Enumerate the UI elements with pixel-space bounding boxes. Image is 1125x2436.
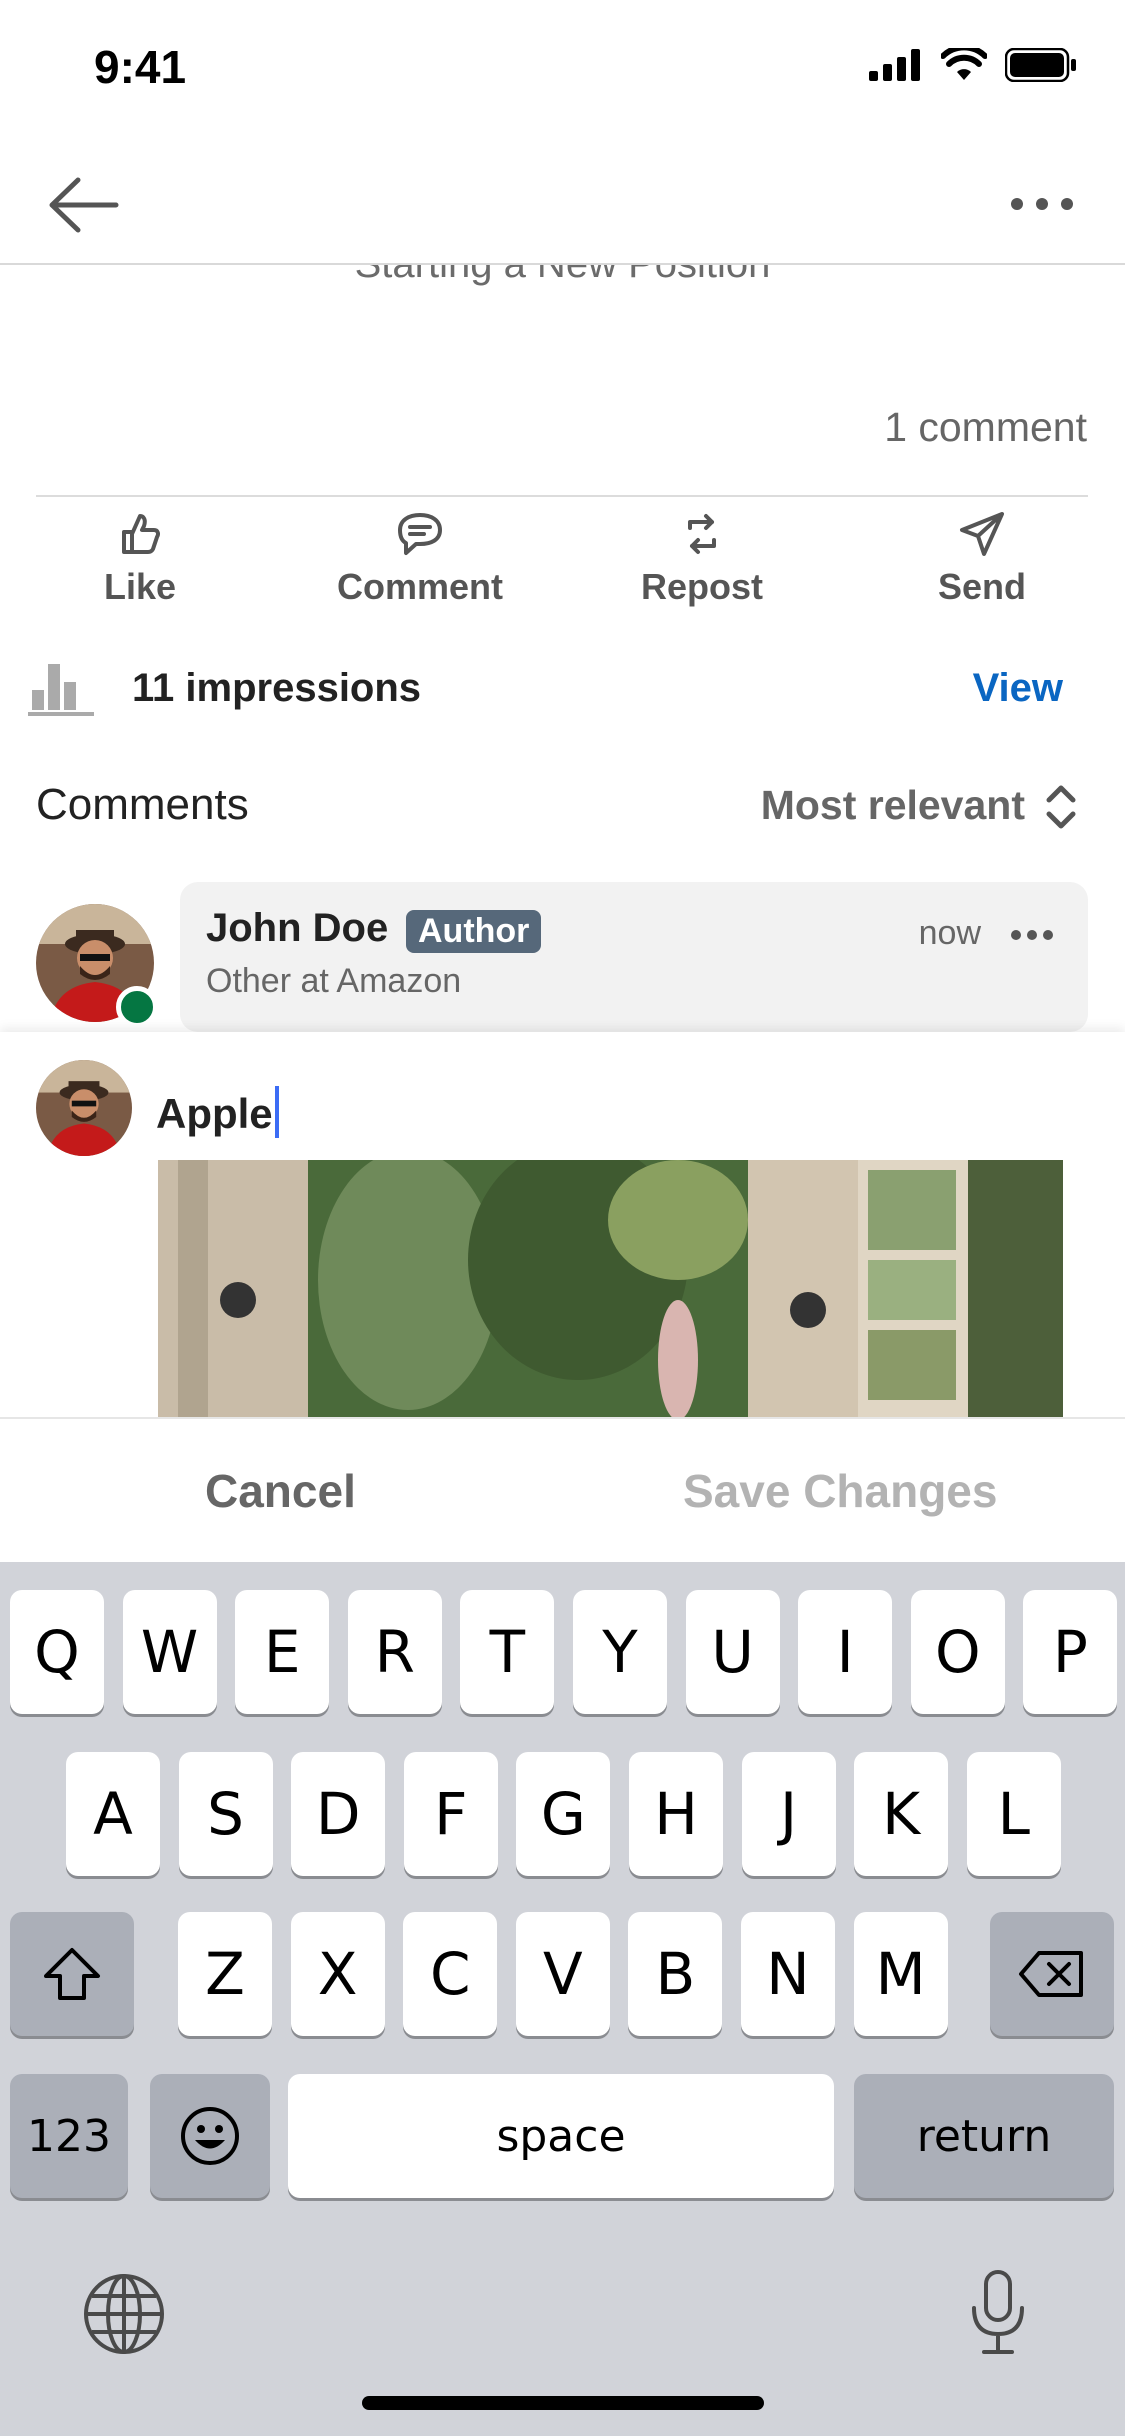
comment-button[interactable]: Comment xyxy=(320,510,520,608)
keyboard: QWERTYUIOP ASDFGHJKL ZXCVBNM 123 space r… xyxy=(0,1562,1125,2436)
key-p[interactable]: P xyxy=(1023,1590,1118,1714)
emoji-icon xyxy=(181,2107,239,2165)
key-x[interactable]: X xyxy=(290,1912,385,2036)
key-s[interactable]: S xyxy=(178,1752,273,1876)
comment-more-icon[interactable] xyxy=(1009,928,1055,947)
chevron-up-down-icon[interactable] xyxy=(1041,782,1081,837)
text-caret xyxy=(274,1086,279,1138)
delete-key[interactable] xyxy=(990,1912,1114,2036)
numbers-key[interactable]: 123 xyxy=(10,2074,128,2198)
send-label: Send xyxy=(937,566,1026,607)
repost-icon xyxy=(688,514,716,554)
comment-text: Apple xyxy=(156,1090,273,1137)
key-j[interactable]: J xyxy=(741,1752,836,1876)
key-r[interactable]: R xyxy=(347,1590,442,1714)
space-key[interactable]: space xyxy=(288,2074,834,2198)
key-q[interactable]: Q xyxy=(10,1590,104,1714)
more-options-button[interactable] xyxy=(1007,184,1077,224)
key-b[interactable]: B xyxy=(628,1912,723,2036)
comments-heading: Comments xyxy=(36,780,249,829)
status-icons xyxy=(869,48,1077,82)
impressions-count: 11 impressions xyxy=(132,666,422,710)
key-v[interactable]: V xyxy=(515,1912,610,2036)
key-l[interactable]: L xyxy=(966,1752,1061,1876)
key-o[interactable]: O xyxy=(910,1590,1005,1714)
ellipsis-icon xyxy=(1011,198,1073,210)
divider xyxy=(36,495,1088,497)
home-indicator xyxy=(362,2396,764,2410)
key-y[interactable]: Y xyxy=(573,1590,667,1714)
back-button[interactable] xyxy=(44,170,124,240)
comment-label: Comment xyxy=(336,566,503,607)
key-n[interactable]: N xyxy=(741,1912,835,2036)
key-m[interactable]: M xyxy=(853,1912,948,2036)
arrow-left-icon xyxy=(49,177,119,233)
navigation-bar xyxy=(0,140,1125,265)
comment-card[interactable] xyxy=(180,882,1088,1032)
author-badge: Author xyxy=(406,910,542,953)
emoji-key[interactable] xyxy=(150,2074,270,2198)
send-button[interactable]: Send xyxy=(882,510,1082,608)
key-t[interactable]: T xyxy=(460,1590,555,1714)
key-h[interactable]: H xyxy=(629,1752,723,1876)
wifi-icon xyxy=(941,48,987,80)
editor-avatar xyxy=(36,1060,132,1156)
signal-icon xyxy=(869,49,920,81)
send-icon xyxy=(960,512,1004,556)
commenter-name[interactable]: John Doe xyxy=(206,906,388,951)
key-k[interactable]: K xyxy=(854,1752,949,1876)
commenter-headline: Other at Amazon xyxy=(206,962,462,1000)
shift-key[interactable] xyxy=(10,1912,134,2036)
shift-icon xyxy=(44,1948,100,2000)
post-actions: Like Comment Repost Send xyxy=(0,510,1125,620)
save-changes-button[interactable]: Save Changes xyxy=(683,1464,997,1518)
online-status-badge xyxy=(116,986,158,1028)
key-f[interactable]: F xyxy=(403,1752,498,1876)
key-u[interactable]: U xyxy=(685,1590,780,1714)
comment-time: now xyxy=(918,914,981,952)
sort-dropdown[interactable]: Most relevant xyxy=(761,782,1025,829)
key-g[interactable]: G xyxy=(516,1752,611,1876)
cancel-button[interactable]: Cancel xyxy=(205,1464,356,1518)
battery-icon xyxy=(1005,48,1076,82)
key-w[interactable]: W xyxy=(122,1590,217,1714)
repost-label: Repost xyxy=(640,566,763,607)
key-z[interactable]: Z xyxy=(178,1912,272,2036)
comment-icon xyxy=(398,513,442,555)
key-c[interactable]: C xyxy=(403,1912,498,2036)
thumbs-up-icon xyxy=(122,514,160,554)
attached-photo[interactable] xyxy=(158,1160,1063,1417)
key-e[interactable]: E xyxy=(235,1590,330,1714)
key-a[interactable]: A xyxy=(66,1752,160,1876)
comment-text-input[interactable]: Apple xyxy=(156,1086,279,1138)
return-key[interactable]: return xyxy=(854,2074,1114,2198)
key-i[interactable]: I xyxy=(798,1590,893,1714)
status-time: 9:41 xyxy=(94,41,187,93)
backspace-icon xyxy=(1019,1951,1083,1997)
comment-count[interactable]: 1 comment xyxy=(884,404,1087,451)
analytics-icon xyxy=(28,660,94,721)
globe-icon[interactable] xyxy=(82,2272,166,2361)
like-label: Like xyxy=(103,566,177,607)
like-button[interactable]: Like xyxy=(40,510,240,608)
microphone-icon[interactable] xyxy=(966,2268,1030,2363)
view-impressions-link[interactable]: View xyxy=(973,666,1063,711)
key-d[interactable]: D xyxy=(291,1752,386,1876)
repost-button[interactable]: Repost xyxy=(602,510,802,608)
